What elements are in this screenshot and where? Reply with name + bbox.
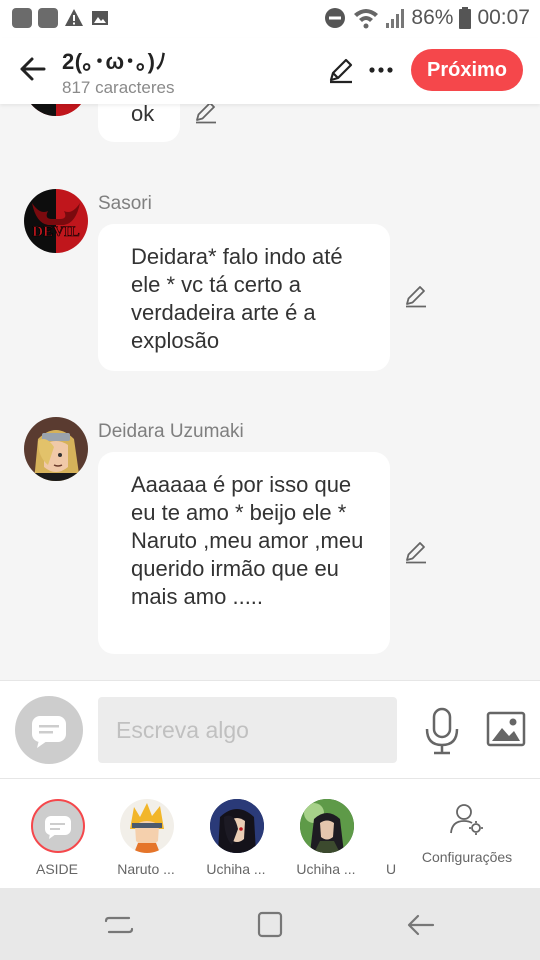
- avatar: [210, 799, 264, 853]
- editor-header: 2(｡･ω･｡)ﾉ 817 caracteres Próximo: [0, 38, 540, 104]
- message-bubble[interactable]: ok: [98, 104, 180, 142]
- speech-bubble-icon: [32, 716, 66, 748]
- home-icon[interactable]: [254, 910, 286, 940]
- tab-settings[interactable]: Configurações: [417, 779, 517, 889]
- message-input[interactable]: [98, 697, 397, 763]
- character-tab-bar: ASIDE Naruto ... Uchiha ... Uchiha ... U…: [0, 778, 540, 888]
- deidara-avatar[interactable]: [24, 417, 88, 481]
- devil-avatar[interactable]: DEVIL: [24, 189, 88, 253]
- clock: 00:07: [477, 6, 530, 29]
- speech-bubble-icon: [45, 816, 71, 839]
- wifi-icon: [354, 9, 379, 29]
- user-settings-icon: [450, 804, 483, 835]
- edit-message-pencil-icon[interactable]: [403, 539, 429, 565]
- sender-name: Sasori: [98, 193, 152, 214]
- next-button[interactable]: Próximo: [411, 49, 523, 91]
- message-text: Deidara* falo indo até ele * vc tá certo…: [131, 244, 343, 353]
- notification-app-icon: [12, 8, 32, 28]
- svg-text:DEVIL: DEVIL: [32, 224, 80, 240]
- battery-icon: [459, 7, 472, 29]
- back-arrow-icon[interactable]: [16, 52, 50, 86]
- message-composer: [0, 680, 540, 778]
- tab-naruto[interactable]: Naruto ...: [100, 779, 190, 889]
- message-text: Aaaaaa é por isso que eu te amo * beijo …: [131, 472, 364, 609]
- tab-uchiha-1[interactable]: Uchiha ...: [190, 779, 280, 889]
- post-title: 2(｡･ω･｡)ﾉ: [62, 49, 167, 74]
- image-notification-icon: [92, 11, 108, 25]
- message-input-box[interactable]: [98, 697, 397, 763]
- narration-mode-button[interactable]: [15, 696, 83, 764]
- avatar[interactable]: [24, 104, 88, 116]
- sender-name: Deidara Uzumaki: [98, 421, 244, 442]
- signal-icon: [386, 9, 405, 28]
- edit-message-pencil-icon[interactable]: [193, 104, 219, 125]
- tab-label: Naruto ...: [117, 861, 175, 877]
- message-text: ok: [131, 104, 155, 126]
- message-bubble[interactable]: Aaaaaa é por isso que eu te amo * beijo …: [98, 452, 390, 654]
- tab-label: ASIDE: [35, 861, 78, 877]
- edit-message-pencil-icon[interactable]: [403, 283, 429, 309]
- microphone-icon[interactable]: [422, 707, 462, 755]
- back-icon[interactable]: [405, 910, 437, 940]
- message-bubble[interactable]: Deidara* falo indo até ele * vc tá certo…: [98, 224, 390, 371]
- message-list[interactable]: ok DEVIL Sasori Deidara* falo indo até e…: [0, 104, 540, 680]
- system-navigation-bar: [0, 888, 540, 960]
- battery-percentage: 86%: [411, 6, 454, 29]
- recent-apps-icon[interactable]: [103, 910, 135, 940]
- do-not-disturb-icon: [325, 8, 346, 28]
- avatar: [120, 799, 174, 853]
- tab-label: Uchiha ...: [206, 861, 266, 877]
- tab-label: Configurações: [421, 849, 513, 865]
- notification-app-icon: [38, 8, 58, 28]
- aside-avatar: [31, 799, 85, 853]
- status-bar: 86% 00:07: [0, 0, 540, 38]
- character-count: 817 caracteres: [62, 78, 175, 97]
- tab-aside[interactable]: ASIDE: [11, 779, 101, 889]
- pencil-icon[interactable]: [326, 55, 356, 85]
- more-options-icon[interactable]: [366, 55, 396, 85]
- image-icon[interactable]: [486, 709, 526, 749]
- warning-icon: [65, 9, 83, 26]
